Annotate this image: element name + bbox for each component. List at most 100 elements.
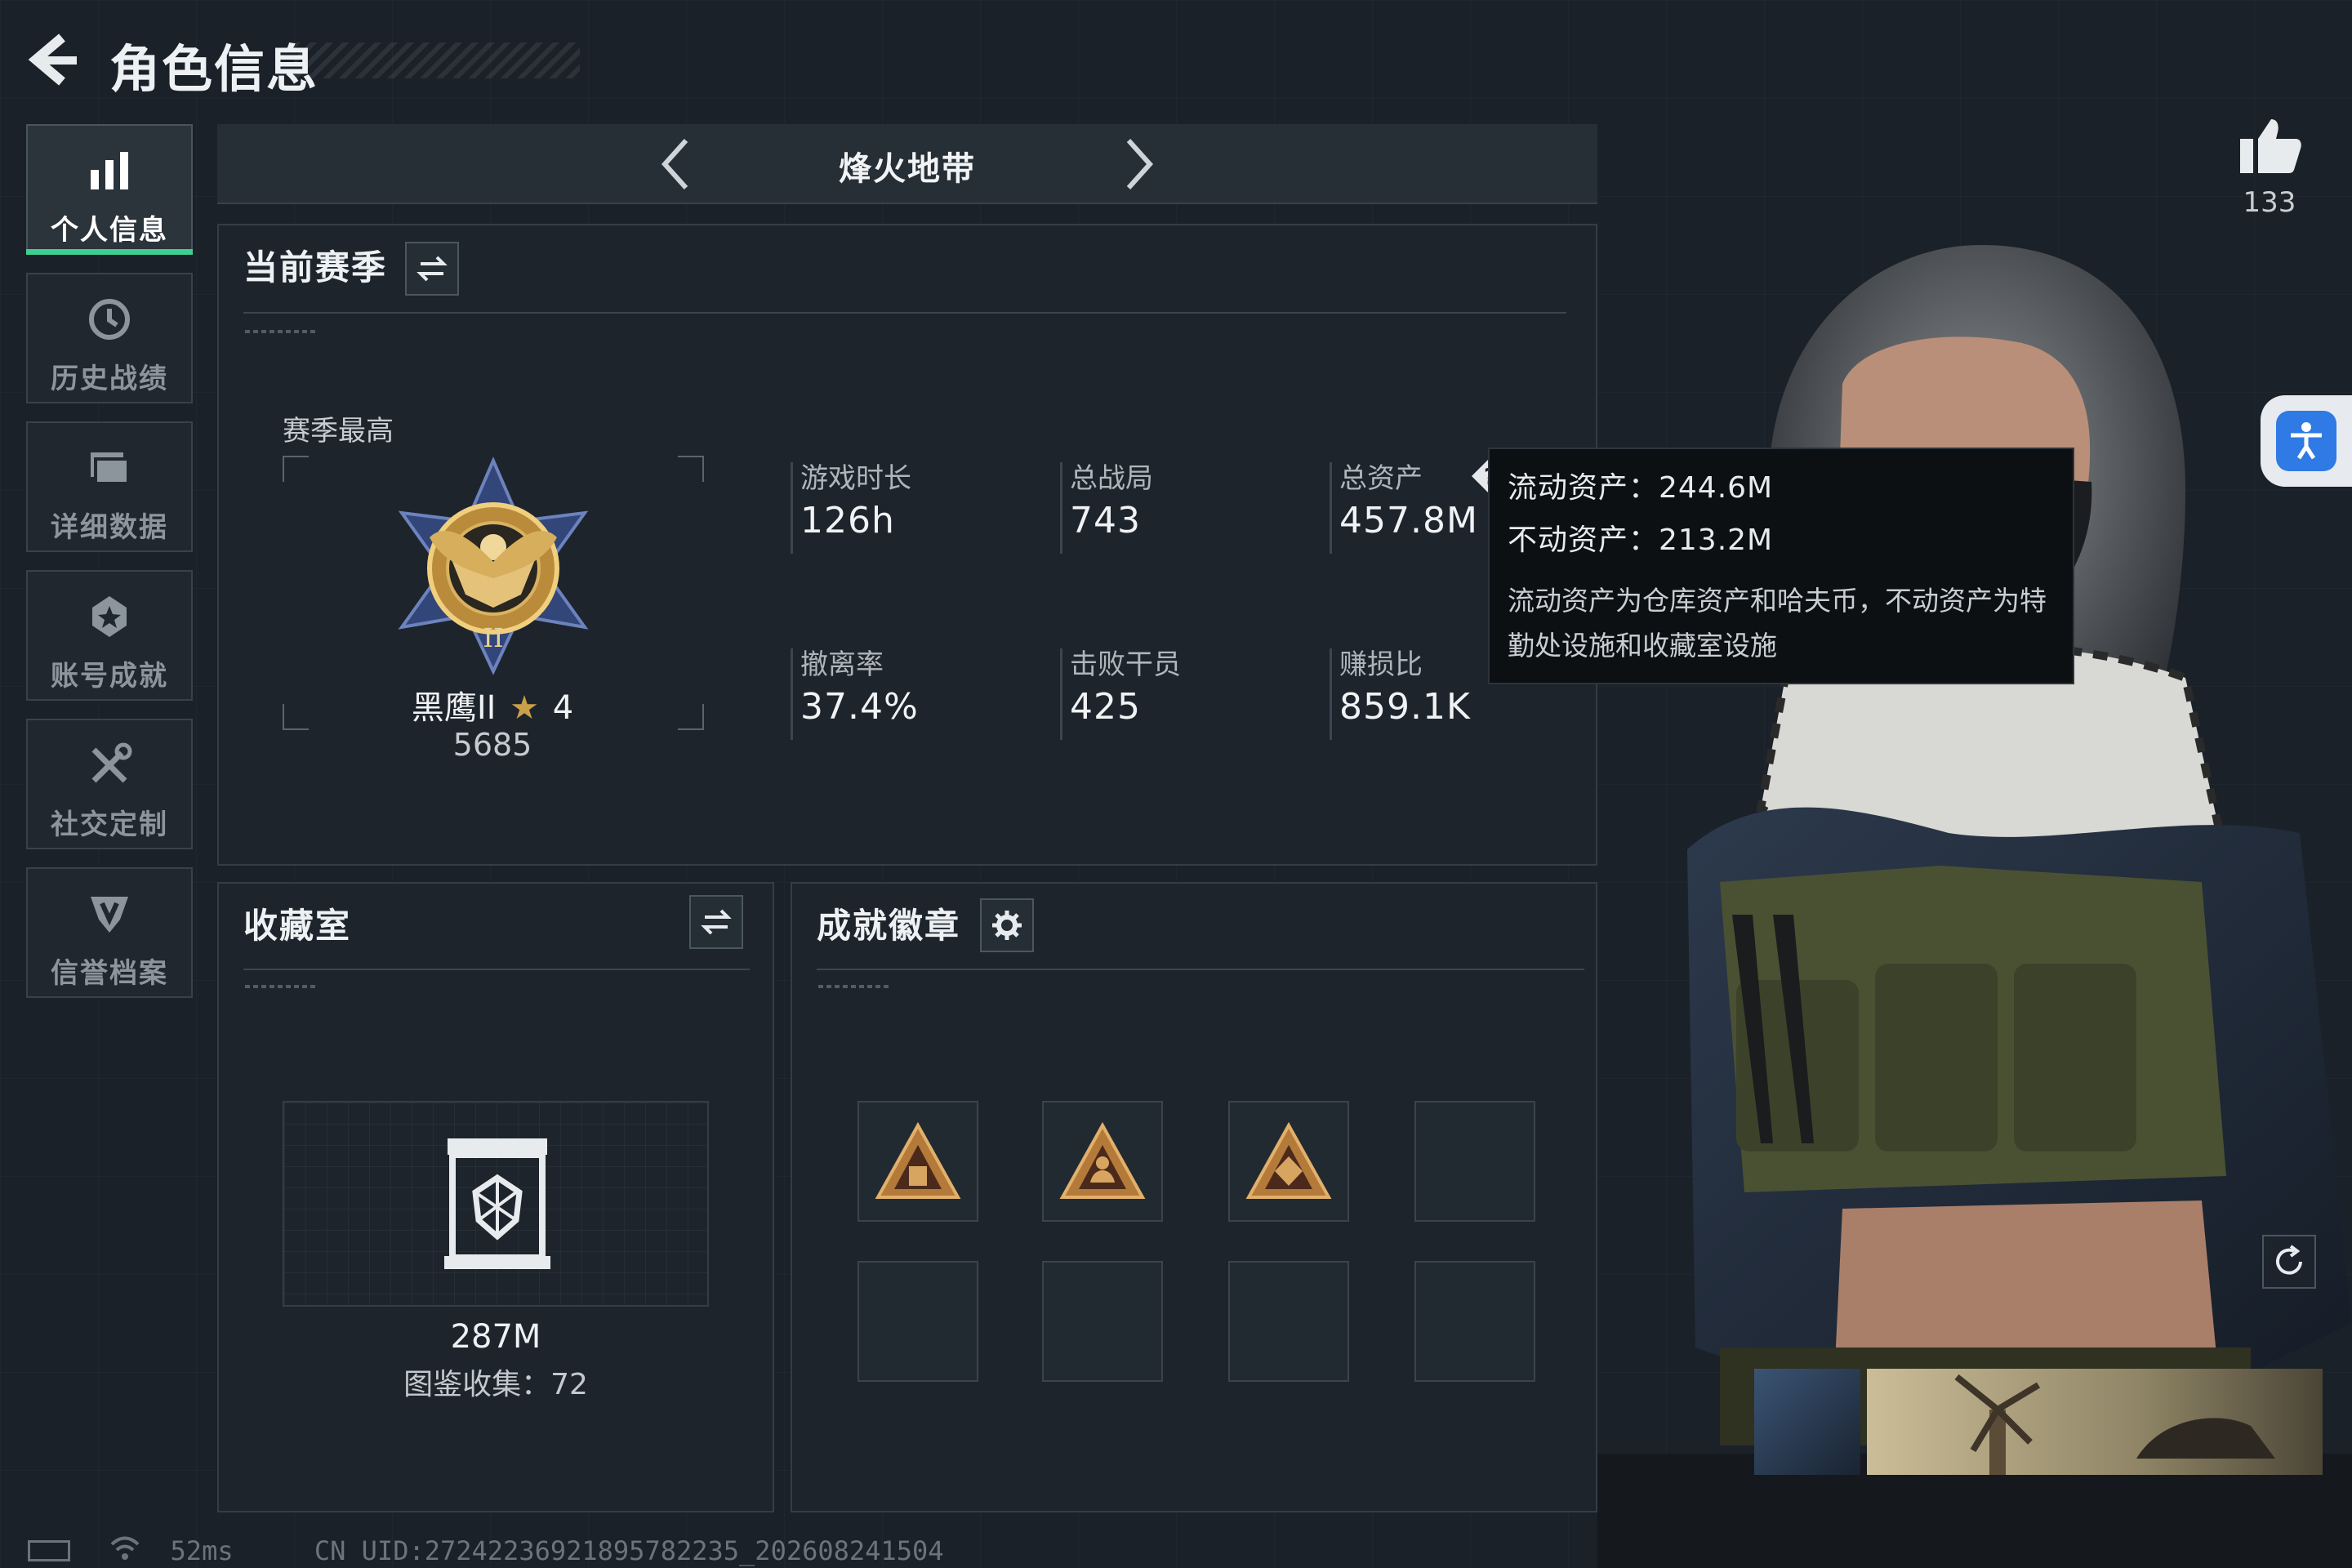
back-arrow-icon xyxy=(28,33,77,86)
season-switch-button[interactable] xyxy=(405,242,459,296)
stat-value: 859.1K xyxy=(1339,686,1471,728)
accessibility-button[interactable] xyxy=(2261,395,2352,487)
stat-label: 撤离率 xyxy=(800,648,884,681)
triangle-badge-icon xyxy=(1245,1121,1332,1199)
mode-selector: 烽火地带 xyxy=(217,124,1597,204)
badge-slot-filled[interactable] xyxy=(858,1101,978,1222)
badge-slot-filled[interactable] xyxy=(1228,1101,1349,1222)
sidebar-item-label: 账号成就 xyxy=(51,660,168,693)
stat-marker xyxy=(1330,648,1332,740)
next-mode-button[interactable] xyxy=(1107,136,1165,193)
chevron-right-icon xyxy=(1126,138,1154,190)
triangle-badge-icon xyxy=(1059,1121,1146,1199)
badge-slot-empty[interactable] xyxy=(1228,1261,1349,1382)
stat-label: 击败干员 xyxy=(1070,648,1181,681)
character-scene[interactable] xyxy=(1597,0,2352,1568)
sidebar-item-personal-info[interactable]: 个人信息 xyxy=(26,124,193,255)
sidebar-item-label: 社交定制 xyxy=(51,808,168,841)
thumbnail-operator[interactable] xyxy=(1754,1369,1860,1475)
stat-label: 赚损比 xyxy=(1339,648,1423,681)
sidebar-item-history[interactable]: 历史战绩 xyxy=(26,273,193,403)
rotate-icon xyxy=(2276,1245,2302,1275)
stat-label: 总资产 xyxy=(1339,462,1423,495)
divider-dots xyxy=(818,985,892,988)
collection-count: 图鉴收集：72 xyxy=(403,1368,588,1401)
swap-icon xyxy=(416,256,448,282)
sidebar-item-achievements[interactable]: 账号成就 xyxy=(26,570,193,701)
divider-dots xyxy=(245,985,318,988)
divider xyxy=(243,312,1566,314)
bar-chart-icon xyxy=(28,147,191,194)
stat-value: 457.8M xyxy=(1339,500,1478,541)
sidebar-item-label: 详细数据 xyxy=(51,511,168,544)
collection-value: 287M xyxy=(450,1318,541,1356)
sidebar-item-details[interactable]: 详细数据 xyxy=(26,421,193,552)
season-panel: 当前赛季 赛季最高 II 黑鹰II ★ 4 5685 游戏时长 126h 总战局 xyxy=(217,224,1597,866)
badge-slot-empty[interactable] xyxy=(1042,1261,1163,1382)
rank-name: 黑鹰II xyxy=(411,689,497,727)
badge-slot-empty[interactable] xyxy=(1414,1261,1535,1382)
collection-switch-button[interactable] xyxy=(689,895,743,949)
mode-title: 烽火地带 xyxy=(839,150,976,188)
rank-stars: 4 xyxy=(552,689,574,727)
stat-marker xyxy=(791,648,793,740)
rank-score: 5685 xyxy=(452,727,532,763)
badges-settings-button[interactable] xyxy=(980,898,1034,952)
stat-value: 37.4% xyxy=(800,686,919,728)
badge-slot-empty[interactable] xyxy=(1414,1101,1535,1222)
stat-marker xyxy=(1060,648,1062,740)
rank-emblem-icon: II xyxy=(381,456,606,676)
skin-thumbnails[interactable] xyxy=(1754,1369,2323,1475)
divider xyxy=(817,969,1584,970)
stat-marker xyxy=(791,462,793,554)
svg-text:II: II xyxy=(483,622,503,653)
rank-line: 黑鹰II ★ 4 xyxy=(341,681,644,728)
battery-icon xyxy=(28,1540,70,1561)
tools-icon xyxy=(28,742,191,789)
sidebar-item-social[interactable]: 社交定制 xyxy=(26,719,193,849)
sidebar: 个人信息 历史战绩 详细数据 账号成就 社交定制 信誉档案 xyxy=(26,124,194,1016)
sidebar-item-credit[interactable]: 信誉档案 xyxy=(26,867,193,998)
display-case-icon xyxy=(444,1135,550,1271)
thumbs-up-icon xyxy=(2240,119,2301,173)
divider-dots xyxy=(245,330,318,333)
stat-extract-rate: 撤离率 37.4% xyxy=(791,642,1036,748)
frame-corner xyxy=(283,704,309,730)
stat-marker xyxy=(1330,462,1332,554)
tooltip-note: 流动资产为仓库资产和哈夫币，不动资产为特勤处设施和收藏室设施 xyxy=(1508,585,2047,662)
back-button[interactable] xyxy=(24,31,90,96)
season-title: 当前赛季 xyxy=(243,247,388,287)
page-title: 角色信息 xyxy=(109,39,319,99)
folder-icon xyxy=(28,444,191,492)
stat-label: 总战局 xyxy=(1070,462,1153,495)
achievement-icon xyxy=(28,593,191,640)
like-button[interactable]: 133 xyxy=(2225,114,2314,219)
windmill-icon xyxy=(1954,1374,2275,1475)
star-icon: ★ xyxy=(510,689,539,727)
collection-preview[interactable] xyxy=(283,1101,709,1307)
badges-title: 成就徽章 xyxy=(817,906,961,946)
stat-operators-defeated: 击败干员 425 xyxy=(1060,642,1305,748)
credit-shield-icon xyxy=(28,890,191,938)
tooltip-liquid-assets: 流动资产：244.6M xyxy=(1508,471,1774,505)
stat-value: 126h xyxy=(800,500,895,541)
badge-slot-empty[interactable] xyxy=(858,1261,978,1382)
badge-slot-filled[interactable] xyxy=(1042,1101,1163,1222)
badges-panel: 成就徽章 xyxy=(791,882,1597,1512)
sidebar-item-label: 信誉档案 xyxy=(51,957,168,990)
ping-value: 52ms xyxy=(170,1535,234,1566)
frame-corner xyxy=(283,456,309,482)
history-clock-icon xyxy=(28,296,191,343)
stat-total-matches: 总战局 743 xyxy=(1060,456,1305,562)
status-bar: 52ms CN UID:272422369218957822​35_202608… xyxy=(28,1534,943,1566)
stat-value: 743 xyxy=(1070,500,1141,541)
stat-play-time: 游戏时长 126h xyxy=(791,456,1036,562)
like-count: 133 xyxy=(2243,186,2296,219)
stat-marker xyxy=(1060,462,1062,554)
uid-text: CN UID:272422369218957822​35_20260824150… xyxy=(314,1535,944,1566)
header: 角色信息 xyxy=(24,24,596,99)
swap-icon xyxy=(701,909,732,935)
collection-title: 收藏室 xyxy=(243,906,352,946)
rotate-model-button[interactable] xyxy=(2262,1235,2316,1289)
thumbnail-banner[interactable] xyxy=(1867,1369,2323,1475)
